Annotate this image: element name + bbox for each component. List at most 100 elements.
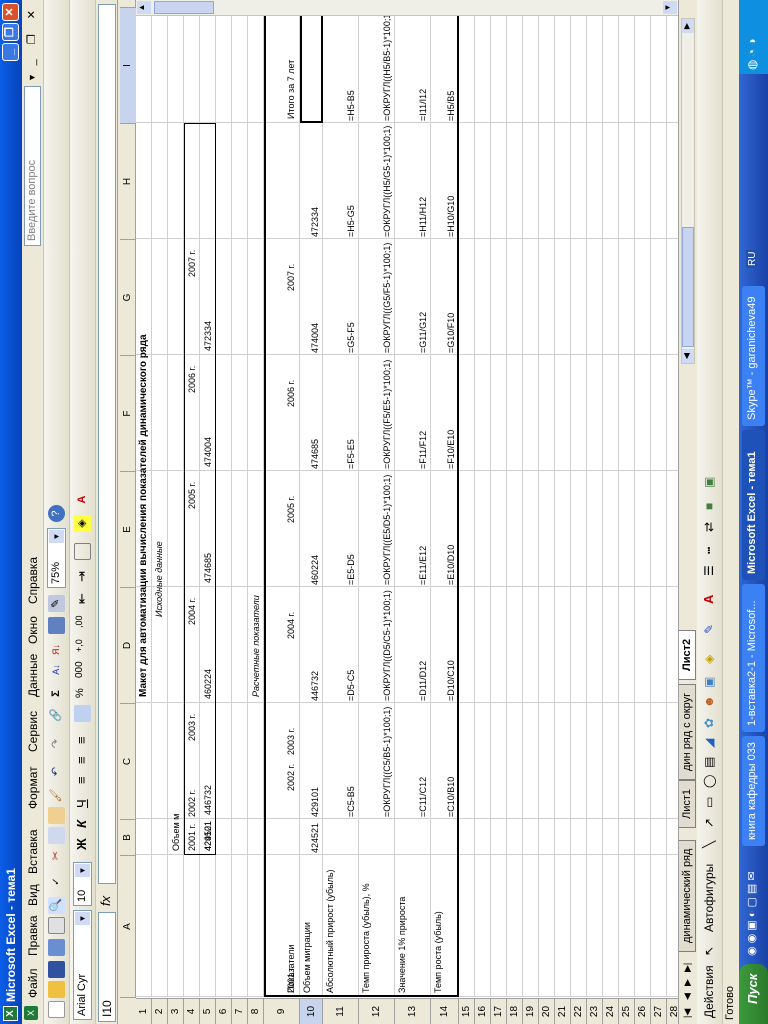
increase-indent-icon[interactable]: ⇥ [74,571,90,582]
horizontal-scrollbar[interactable]: ◀ ▶ [681,18,695,364]
select-objects-icon[interactable]: ↖ [702,946,716,956]
align-center-icon[interactable]: ≡ [74,756,89,764]
underline-button[interactable]: Ч [74,799,89,808]
row-header-23[interactable]: 23 [587,999,603,1024]
new-icon[interactable] [48,1001,65,1018]
increase-decimal-icon[interactable]: +,0 [74,639,84,652]
start-button[interactable]: Пуск [739,964,768,1024]
align-left-icon[interactable]: ≡ [74,776,89,784]
row-header-10[interactable]: 10 [300,999,323,1024]
hyperlink-icon[interactable]: 🔗 [48,707,65,724]
font-size-combo[interactable]: 10 ▼ [73,862,92,906]
last-sheet-button[interactable]: ▶| [682,963,693,972]
fill-color-icon[interactable]: ◈ [74,515,91,532]
row-header-7[interactable]: 7 [232,999,248,1024]
row-header-6[interactable]: 6 [216,999,232,1024]
decrease-indent-icon[interactable]: ⇤ [74,593,90,604]
diagram-icon[interactable]: ✿ [702,718,716,728]
arrow-icon[interactable]: ↗ [702,818,716,828]
restore-button[interactable]: ❐ [2,23,19,41]
vertical-scrollbar[interactable]: ▲ ▼ [136,0,678,16]
row-header-18[interactable]: 18 [507,999,523,1024]
open-icon[interactable] [48,981,65,998]
insert-function-icon[interactable]: fx [98,896,113,906]
active-cell-i10[interactable] [300,7,323,123]
name-box[interactable]: I10 [98,912,116,1022]
font-color-draw-icon[interactable]: A [701,595,716,604]
copy-icon[interactable] [48,827,65,844]
task-folder[interactable]: книга кафедры 033 [742,736,765,846]
hscroll-thumb[interactable] [682,227,694,347]
row-header-27[interactable]: 27 [651,999,667,1024]
3d-icon[interactable]: ▣ [702,477,716,488]
close-button[interactable]: ✕ [2,3,19,21]
row-header-28[interactable]: 28 [667,999,678,1024]
permission-icon[interactable] [48,939,65,956]
align-right-icon[interactable]: ≡ [74,736,89,744]
ask-dropdown-icon[interactable]: ▼ [27,73,37,82]
arrow-style-icon[interactable]: ⇄ [702,522,716,532]
row-header-4[interactable]: 4 [184,999,200,1024]
language-indicator[interactable]: RU [746,249,759,268]
row-header-9[interactable]: 9 [264,999,300,1024]
quicklaunch-icons[interactable]: ◉ ◉ ▣ ◐ ▢ ▤ ✉ [745,871,758,956]
row-header-19[interactable]: 19 [523,999,539,1024]
task-word[interactable]: 1-вставка2-1 - Microsof... [742,584,765,732]
line-icon[interactable]: ╲ [702,841,716,848]
menu-help[interactable]: Справка [26,557,40,604]
zoom-combo[interactable]: 75% ▼ [47,528,66,588]
bold-button[interactable]: Ж [74,838,89,850]
autosum-icon[interactable]: Σ [48,685,65,702]
col-header-g[interactable]: G [120,239,136,355]
task-skype[interactable]: Skype™ - garanicheva49 [742,286,765,426]
tab-list2[interactable]: Лист2 [679,629,696,680]
sort-asc-icon[interactable]: A↓ [48,661,65,678]
document-window-controls[interactable]: _ ❐ ✕ [25,4,38,65]
menu-data[interactable]: Данные [26,654,40,697]
menu-window[interactable]: Окно [26,616,40,644]
menu-file[interactable]: Файл [26,968,40,998]
menu-tools[interactable]: Сервис [26,711,40,752]
borders-icon[interactable] [74,543,91,560]
menu-edit[interactable]: Правка [26,915,40,956]
undo-icon[interactable]: ↶ [48,763,65,780]
scroll-left-button[interactable]: ◀ [682,349,694,363]
row-header-11[interactable]: 11 [323,999,359,1024]
percent-style-icon[interactable]: % [74,688,86,698]
row-header-25[interactable]: 25 [619,999,635,1024]
italic-button[interactable]: К [74,820,89,828]
scroll-right-button[interactable]: ▶ [682,19,694,33]
paste-icon[interactable] [48,807,65,824]
actions-menu[interactable]: Действия [702,965,716,1018]
row-header-2[interactable]: 2 [152,999,168,1024]
cells-area[interactable]: Макет для автоматизации вычисления показ… [136,0,678,997]
menu-insert[interactable]: Вставка [26,829,40,874]
tab-list1[interactable]: Лист1 [679,779,696,828]
row-header-3[interactable]: 3 [168,999,184,1024]
first-sheet-button[interactable]: |◀ [682,1009,693,1018]
comma-style-icon[interactable]: 000 [74,661,85,678]
row-header-24[interactable]: 24 [603,999,619,1024]
clipart-icon[interactable]: ☻ [702,695,716,708]
formula-input[interactable] [98,4,116,884]
tray-icons[interactable]: ◍ ◔ ◑ [745,38,759,70]
font-combo[interactable]: Arial Cyr ▼ [73,910,92,1020]
drawing-icon[interactable]: ✎ [48,595,65,612]
col-header-a[interactable]: A [120,855,136,997]
rectangle-icon[interactable]: ▭ [702,797,716,808]
format-painter-icon[interactable]: 🖌 [48,787,65,804]
line-style-icon[interactable]: ☰ [702,565,716,576]
font-color-icon[interactable]: A [74,491,91,508]
col-header-e[interactable]: E [120,471,136,587]
worksheet-grid[interactable]: A B C D E F G H I J 12345678910111213141… [120,0,678,1024]
wordart-icon[interactable]: ◢ [702,739,716,748]
col-header-i[interactable]: I [120,7,136,123]
line-color-icon[interactable]: ✎ [702,624,716,634]
col-header-j[interactable]: J [120,0,136,7]
save-icon[interactable] [48,961,65,978]
menu-view[interactable]: Вид [26,884,40,906]
spelling-icon[interactable]: ✓ [48,873,65,890]
ask-question-input[interactable]: Введите вопрос [24,86,41,246]
textbox-icon[interactable]: ▤ [702,757,716,768]
col-header-h[interactable]: H [120,123,136,239]
